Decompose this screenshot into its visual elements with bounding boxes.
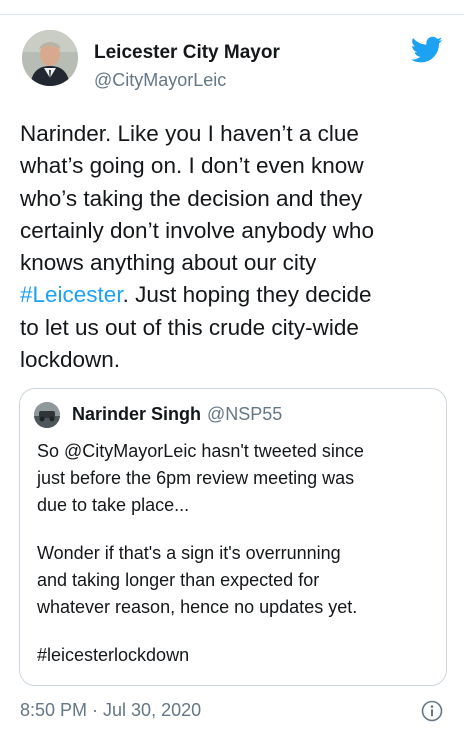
author-name[interactable]: Leicester City Mayor	[94, 42, 280, 64]
tweet-line: who’s taking the decision and they	[20, 185, 363, 211]
quoted-text-line: just before the 6pm review meeting was	[37, 468, 355, 488]
tweet-line: certainly don’t involve anybody who	[20, 217, 374, 243]
quoted-text-line: whatever reason, hence no updates yet.	[37, 597, 358, 617]
quoted-text-line: So @CityMayorLeic hasn't tweeted since	[37, 441, 364, 461]
author-handle[interactable]: @CityMayorLeic	[94, 70, 226, 91]
twitter-bird-icon[interactable]	[411, 36, 443, 64]
tweet-line: lockdown.	[20, 347, 121, 373]
hashtag-link[interactable]: #Leicester	[20, 282, 123, 307]
quoted-author-name: Narinder Singh	[72, 404, 202, 424]
quoted-text-line: Wonder if that's a sign it's overrunning	[37, 543, 341, 563]
quoted-tweet[interactable]: Narinder Singh @NSP55 So @CityMayorLeic …	[19, 388, 447, 686]
tweet-timestamp[interactable]: 8:50 PM · Jul 30, 2020	[20, 700, 201, 721]
tweet-line: #Leicester. Just hoping they decide	[20, 279, 448, 311]
author-avatar[interactable]	[22, 30, 78, 86]
info-icon[interactable]	[421, 700, 443, 722]
tweet-body: Narinder. Like you I haven’t a clue what…	[20, 118, 448, 376]
quoted-author-avatar	[34, 402, 60, 428]
quoted-hashtag: #leicesterlockdown	[37, 645, 190, 665]
quoted-author-handle: @NSP55	[207, 404, 283, 424]
quoted-text-line: and taking longer than expected for	[37, 570, 320, 590]
tweet-line: knows anything about our city	[20, 250, 317, 276]
tweet-card: Leicester City Mayor @CityMayorLeic Nari…	[0, 0, 464, 750]
tweet-line: to let us out of this crude city-wide	[20, 314, 359, 340]
tweet-line: what’s going on. I don’t even know	[20, 153, 364, 179]
quoted-text-line: due to take place...	[37, 495, 190, 515]
tweet-line: Narinder. Like you I haven’t a clue	[20, 121, 359, 146]
tweet-line-rest: . Just hoping they decide	[122, 282, 372, 308]
